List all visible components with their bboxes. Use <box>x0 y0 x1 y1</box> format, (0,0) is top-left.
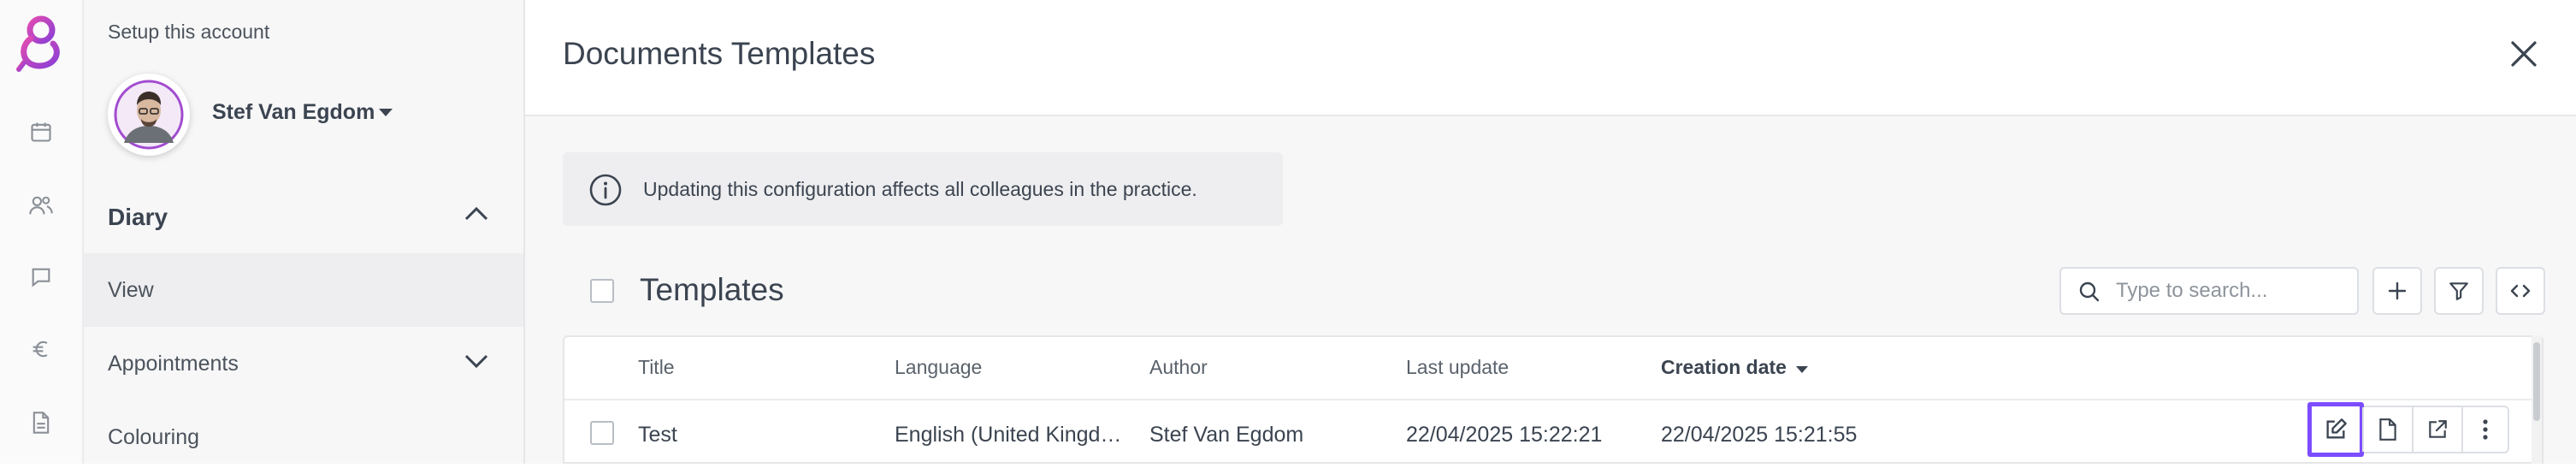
close-icon[interactable] <box>2508 38 2540 70</box>
documents-templates-panel: Documents Templates Updating this config… <box>525 0 2576 464</box>
file-icon <box>2379 418 2396 441</box>
scrollbar-thumb[interactable] <box>2533 342 2540 421</box>
column-header-title[interactable]: Title <box>638 356 675 379</box>
edit-button[interactable] <box>2307 402 2364 457</box>
icon-rail <box>0 0 84 464</box>
templates-table: Title Language Author Last update Creati… <box>563 335 2544 464</box>
code-icon <box>2510 284 2531 298</box>
search-box <box>2059 267 2359 315</box>
more-options-button[interactable] <box>2463 407 2508 452</box>
section-title-diary[interactable]: Diary <box>108 204 168 231</box>
page-title: Documents Templates <box>563 36 876 71</box>
select-all-checkbox[interactable] <box>590 279 614 303</box>
sidebar-item-label: Colouring <box>108 425 200 449</box>
sidebar-item-label: View <box>108 278 154 302</box>
column-header-creation-date[interactable]: Creation date <box>1661 356 1787 379</box>
notice-text: Updating this configuration affects all … <box>643 178 1197 200</box>
user-name[interactable]: Stef Van Egdom <box>212 100 375 125</box>
plus-icon <box>2388 281 2407 300</box>
euro-icon[interactable] <box>26 334 56 364</box>
chevron-down-icon[interactable] <box>464 353 489 370</box>
info-notice: Updating this configuration affects all … <box>563 152 1283 226</box>
search-input[interactable] <box>2116 269 2347 313</box>
row-actions <box>2307 402 2509 457</box>
add-template-button[interactable] <box>2372 267 2422 315</box>
document-icon[interactable] <box>26 407 56 438</box>
sidebar-item-appointments[interactable]: Appointments <box>84 327 523 400</box>
panel-header: Documents Templates <box>525 0 2576 116</box>
view-document-button[interactable] <box>2364 407 2412 452</box>
avatar[interactable] <box>108 74 190 156</box>
chat-icon[interactable] <box>26 262 56 293</box>
edit-icon <box>2326 418 2347 439</box>
people-icon[interactable] <box>26 190 56 221</box>
cell-language: English (United Kingd… <box>895 423 1122 447</box>
column-header-author[interactable]: Author <box>1149 356 1208 379</box>
sidebar: Setup this account Stef Van Egdom Diary … <box>84 0 525 464</box>
chevron-up-icon[interactable] <box>464 205 489 222</box>
more-vertical-icon <box>2483 419 2488 440</box>
sort-descending-icon[interactable] <box>1796 366 1808 373</box>
user-menu-caret-icon[interactable] <box>379 109 393 116</box>
filter-button[interactable] <box>2434 267 2484 315</box>
app-logo-icon[interactable] <box>12 12 70 74</box>
open-external-button[interactable] <box>2414 407 2461 452</box>
cell-title: Test <box>638 423 677 447</box>
filter-icon <box>2449 282 2468 300</box>
row-checkbox[interactable] <box>590 421 614 445</box>
search-icon <box>2078 281 2100 303</box>
column-header-last-update[interactable]: Last update <box>1406 356 1509 379</box>
templates-heading: Templates <box>640 272 784 307</box>
info-icon <box>588 173 623 207</box>
calendar-icon[interactable] <box>26 116 56 147</box>
column-header-language[interactable]: Language <box>895 356 982 379</box>
cell-author: Stef Van Egdom <box>1149 423 1304 447</box>
sidebar-item-colouring[interactable]: Colouring <box>84 400 523 474</box>
sidebar-item-view[interactable]: View <box>84 253 523 327</box>
sidebar-item-label: Appointments <box>108 352 239 376</box>
cell-last-update: 22/04/2025 15:22:21 <box>1406 423 1603 447</box>
embed-code-button[interactable] <box>2496 267 2545 315</box>
setup-account-label: Setup this account <box>108 21 270 43</box>
cell-creation-date: 22/04/2025 15:21:55 <box>1661 423 1858 447</box>
external-link-icon <box>2429 420 2447 438</box>
table-row[interactable]: Test English (United Kingd… Stef Van Egd… <box>564 399 2542 462</box>
